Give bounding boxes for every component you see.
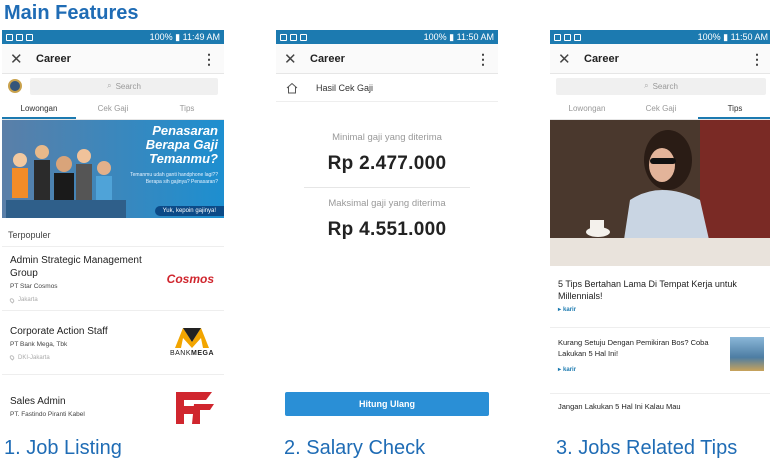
more-menu-icon[interactable]: ⋮ xyxy=(476,52,490,66)
job-item[interactable]: Admin Strategic Management Group PT Star… xyxy=(2,246,224,310)
search-row: ⌕ Search xyxy=(550,74,770,98)
tab-bar: Lowongan Cek Gaji Tips xyxy=(550,98,770,120)
company-logo-cosmos: Cosmos xyxy=(166,271,214,286)
screen-salary-check: 100% ▮ 11:50 AM ✕ Career ⋮ Hasil Cek Gaj… xyxy=(276,30,498,434)
location-pin-icon xyxy=(8,296,16,304)
job-company: PT Star Cosmos xyxy=(10,283,58,290)
search-icon: ⌕ xyxy=(644,81,649,90)
tip-title[interactable]: 5 Tips Bertahan Lama Di Tempat Kerja unt… xyxy=(550,266,770,302)
status-bar: 100% ▮ 11:50 AM xyxy=(550,30,770,44)
tab-cek-gaji[interactable]: Cek Gaji xyxy=(76,98,150,119)
karir-logo-icon: ▸ xyxy=(558,367,562,373)
screen-tips: 100% ▮ 11:50 AM ✕ Career ⋮ ⌕ Search Lowo… xyxy=(550,30,770,434)
search-placeholder: Search xyxy=(115,81,141,91)
tab-cek-gaji[interactable]: Cek Gaji xyxy=(624,98,698,119)
facebook-icon xyxy=(290,33,297,41)
status-text: 100% ▮ 11:49 AM xyxy=(149,31,220,42)
job-title: Sales Admin xyxy=(10,396,66,407)
caption-salary-check: 2. Salary Check xyxy=(284,437,426,459)
location-pin-icon xyxy=(8,354,16,361)
tip-title: Kurang Setuju Dengan Pemikiran Bos? Coba… xyxy=(558,338,709,358)
job-title: Admin Strategic Management Group xyxy=(10,255,142,279)
app-title: Career xyxy=(310,52,345,65)
search-input[interactable]: ⌕ Search xyxy=(556,77,766,95)
section-label: Terpopuler xyxy=(8,230,51,240)
list-item[interactable]: Kurang Setuju Dengan Pemikiran Bos? Coba… xyxy=(550,327,770,385)
close-icon[interactable]: ✕ xyxy=(10,50,32,68)
karir-logo-icon: ▸ xyxy=(558,307,562,313)
app-bar: ✕ Career ⋮ xyxy=(276,44,498,74)
more-menu-icon[interactable]: ⋮ xyxy=(750,52,764,66)
job-location: Jakarta xyxy=(8,296,167,304)
app-title: Career xyxy=(584,52,619,65)
job-item[interactable]: Sales Admin PT. Fastindo Piranti Kabel xyxy=(2,374,224,434)
tab-tips[interactable]: Tips xyxy=(698,98,770,119)
page-title: Main Features xyxy=(4,2,139,24)
job-item[interactable]: Corporate Action Staff PT Bank Mega, Tbk… xyxy=(2,310,224,374)
caption-job-listing: 1. Job Listing xyxy=(4,437,122,459)
flipboard-icon xyxy=(280,33,287,41)
source-label: ▸ karir xyxy=(558,359,724,376)
divider xyxy=(304,187,470,188)
tip-title[interactable]: Jangan Lakukan 5 Hal Ini Kalau Mau xyxy=(550,393,770,411)
search-placeholder: Search xyxy=(652,81,678,91)
instagram-icon xyxy=(300,33,307,41)
tip-hero-image[interactable] xyxy=(550,120,770,266)
woman-with-coffee-photo xyxy=(550,120,770,266)
screen-job-listing: 100% ▮ 11:49 AM ✕ Career ⋮ ⌕ Search Lowo… xyxy=(2,30,224,434)
banner-cta[interactable]: Yuk, kepoin gajinya! xyxy=(154,206,224,216)
close-icon[interactable]: ✕ xyxy=(284,50,306,68)
instagram-icon xyxy=(26,33,33,41)
max-salary-value: Rp 4.551.000 xyxy=(327,219,447,240)
breadcrumb: Hasil Cek Gaji xyxy=(276,74,498,102)
instagram-icon xyxy=(574,33,581,41)
banner-illustration xyxy=(6,145,126,218)
status-bar: 100% ▮ 11:50 AM xyxy=(276,30,498,44)
app-title: Career xyxy=(36,52,71,65)
facebook-icon xyxy=(564,33,571,41)
status-text: 100% ▮ 11:50 AM xyxy=(697,31,768,42)
source-label: ▸ karir xyxy=(558,306,577,314)
promo-banner[interactable]: Penasaran Berapa Gaji Temanmu? Temanmu u… xyxy=(2,120,224,218)
flipboard-icon xyxy=(554,33,561,41)
tab-lowongan[interactable]: Lowongan xyxy=(2,98,76,119)
min-salary-value: Rp 2.477.000 xyxy=(327,153,447,174)
home-icon[interactable] xyxy=(286,82,298,94)
banner-subtext: Temanmu udah ganti handphone lagi?? Bera… xyxy=(130,172,218,185)
tab-lowongan[interactable]: Lowongan xyxy=(550,98,624,119)
tab-bar: Lowongan Cek Gaji Tips xyxy=(2,98,224,120)
recalculate-button[interactable]: Hitung Ulang xyxy=(285,392,489,416)
close-icon[interactable]: ✕ xyxy=(558,50,580,68)
company-logo-fastindo xyxy=(176,391,214,424)
avatar[interactable] xyxy=(8,79,22,93)
tip-thumbnail xyxy=(730,337,764,371)
job-location: DKI-Jakarta xyxy=(8,354,170,361)
search-row: ⌕ Search xyxy=(2,74,224,98)
banner-headline: Penasaran Berapa Gaji Temanmu? xyxy=(145,123,218,166)
job-company: PT. Fastindo Piranti Kabel xyxy=(10,411,85,418)
caption-tips: 3. Jobs Related Tips xyxy=(556,437,738,459)
app-bar: ✕ Career ⋮ xyxy=(2,44,224,74)
breadcrumb-label: Hasil Cek Gaji xyxy=(316,82,374,93)
max-salary-label: Maksimal gaji yang diterima xyxy=(328,198,446,209)
search-input[interactable]: ⌕ Search xyxy=(30,77,218,95)
company-logo-bank-mega: BANKMEGA xyxy=(170,328,214,357)
min-salary-label: Minimal gaji yang diterima xyxy=(332,132,442,143)
job-company: PT Bank Mega, Tbk xyxy=(10,340,68,348)
status-bar: 100% ▮ 11:49 AM xyxy=(2,30,224,44)
job-title: Corporate Action Staff xyxy=(10,325,108,337)
bank-mega-mark-icon xyxy=(174,328,209,348)
search-icon: ⌕ xyxy=(107,81,112,90)
app-bar: ✕ Career ⋮ xyxy=(550,44,770,74)
facebook-icon xyxy=(16,33,23,41)
tab-tips[interactable]: Tips xyxy=(150,98,224,119)
status-text: 100% ▮ 11:50 AM xyxy=(423,31,494,42)
more-menu-icon[interactable]: ⋮ xyxy=(202,52,216,66)
flipboard-icon xyxy=(6,33,13,41)
